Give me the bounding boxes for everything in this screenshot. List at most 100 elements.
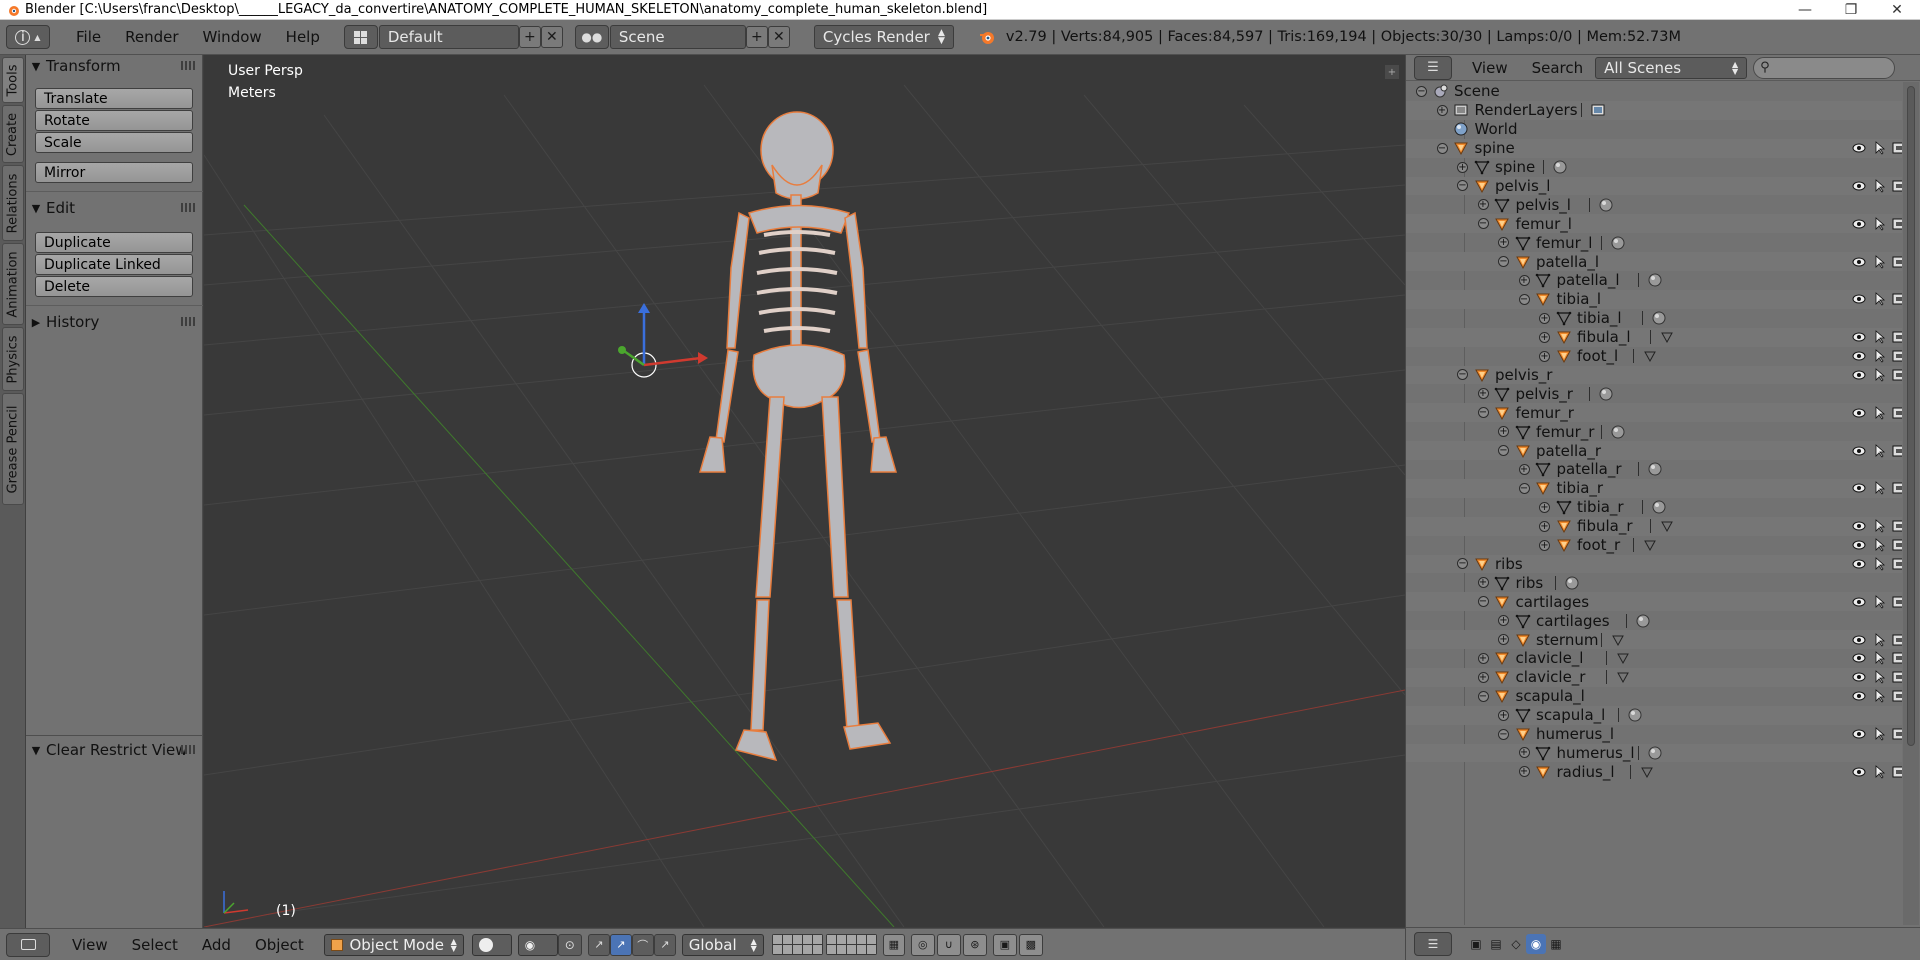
expand-toggle-icon[interactable]: +: [1498, 709, 1509, 721]
mesh-data-icon[interactable]: [1640, 765, 1654, 779]
collapse-toggle-icon[interactable]: −: [1477, 596, 1489, 608]
material-data-icon[interactable]: [1599, 198, 1613, 212]
outliner-row[interactable]: − scapula_l: [1406, 687, 1902, 706]
drag-grip-icon[interactable]: [181, 745, 195, 754]
shading-dropdown[interactable]: [471, 933, 512, 956]
eye-icon[interactable]: [1851, 764, 1867, 780]
expand-toggle-icon[interactable]: +: [1539, 350, 1550, 362]
collapse-toggle-icon[interactable]: −: [1498, 445, 1509, 457]
eye-icon[interactable]: [1851, 254, 1867, 270]
outliner-menu-view[interactable]: View: [1460, 59, 1520, 77]
object-tab-icon[interactable]: ▦: [1546, 934, 1566, 954]
outliner-row[interactable]: + fibula_r: [1406, 516, 1902, 536]
remove-screen-icon[interactable]: ✕: [540, 26, 563, 48]
outliner-row[interactable]: − femur_l: [1406, 214, 1902, 234]
collapse-toggle-icon[interactable]: −: [1498, 256, 1509, 268]
outliner-row[interactable]: − patella_l: [1406, 252, 1902, 271]
eye-icon[interactable]: [1851, 216, 1867, 232]
eye-icon[interactable]: [1851, 480, 1867, 496]
rotate-manipulator-icon[interactable]: ↗: [609, 933, 632, 956]
tab-create[interactable]: Create: [2, 105, 24, 163]
cursor-arrow-icon[interactable]: [1872, 518, 1888, 534]
tab-grease-pencil[interactable]: Grease Pencil: [2, 393, 24, 505]
expand-toggle-icon[interactable]: +: [1539, 520, 1550, 532]
collapse-toggle-icon[interactable]: −: [1457, 369, 1468, 381]
render-camera-icon[interactable]: [1891, 594, 1902, 610]
outliner-row[interactable]: + femur_l: [1406, 233, 1902, 252]
scrollbar-thumb[interactable]: [1907, 86, 1915, 746]
material-data-icon[interactable]: [1648, 746, 1662, 760]
minimize-icon[interactable]: —: [1782, 0, 1828, 20]
cursor-arrow-icon[interactable]: [1872, 632, 1888, 648]
edit-panel-header[interactable]: ▼ Edit: [26, 197, 203, 219]
cursor-arrow-icon[interactable]: [1872, 291, 1888, 307]
expand-toggle-icon[interactable]: +: [1539, 539, 1550, 551]
material-data-icon[interactable]: [1628, 708, 1642, 722]
eye-icon[interactable]: [1851, 518, 1867, 534]
translate-manipulator-icon[interactable]: ↗: [587, 933, 610, 956]
expand-toggle-icon[interactable]: +: [1518, 274, 1530, 286]
expand-toggle-icon[interactable]: +: [1518, 766, 1530, 778]
mesh-data-icon[interactable]: [1643, 538, 1657, 552]
drag-grip-icon[interactable]: [181, 203, 195, 212]
material-data-icon[interactable]: [1648, 462, 1662, 476]
outliner-row[interactable]: + humerus_l: [1406, 743, 1902, 763]
mirror-button[interactable]: Mirror: [35, 162, 193, 183]
outliner-row[interactable]: + pelvis_l: [1406, 195, 1902, 214]
expand-toggle-icon[interactable]: +: [1498, 426, 1509, 438]
material-data-icon[interactable]: [1652, 500, 1666, 514]
render-camera-icon[interactable]: [1891, 443, 1902, 459]
expand-toggle-icon[interactable]: +: [1436, 104, 1448, 116]
menu-select[interactable]: Select: [120, 936, 190, 954]
render-camera-icon[interactable]: [1891, 291, 1902, 307]
opengl-render-icon[interactable]: ▣: [992, 933, 1017, 956]
eye-icon[interactable]: [1851, 650, 1867, 666]
material-data-icon[interactable]: [1652, 311, 1666, 325]
outliner-row[interactable]: − cartilages: [1406, 592, 1902, 612]
maximize-icon[interactable]: ❐: [1828, 0, 1874, 20]
editor-type-button[interactable]: ☰: [1414, 55, 1452, 80]
render-camera-icon[interactable]: [1891, 480, 1902, 496]
menu-render[interactable]: Render: [113, 28, 190, 46]
outliner-scrollbar[interactable]: [1903, 82, 1919, 925]
outliner-row[interactable]: + radius_l: [1406, 762, 1902, 781]
cursor-arrow-icon[interactable]: [1872, 254, 1888, 270]
pivot-dropdown[interactable]: ◉: [517, 933, 558, 956]
expand-toggle-icon[interactable]: +: [1457, 161, 1468, 173]
eye-icon[interactable]: [1851, 405, 1867, 421]
properties-toggle-icon[interactable]: +: [1385, 65, 1399, 79]
mesh-data-icon[interactable]: [1643, 349, 1657, 363]
render-camera-icon[interactable]: [1891, 518, 1902, 534]
snap-toggle-icon[interactable]: ∪: [936, 933, 961, 956]
eye-icon[interactable]: [1851, 329, 1867, 345]
render-camera-icon[interactable]: [1891, 178, 1902, 194]
render-camera-icon[interactable]: [1891, 367, 1902, 383]
outliner-row[interactable]: + fibula_l: [1406, 327, 1902, 347]
outliner-row[interactable]: + sternum: [1406, 630, 1902, 649]
render-camera-icon[interactable]: [1891, 764, 1902, 780]
render-camera-icon[interactable]: [1891, 140, 1902, 156]
material-data-icon[interactable]: [1553, 160, 1567, 174]
lock-layers-icon[interactable]: ▦: [882, 933, 905, 956]
eye-icon[interactable]: [1851, 291, 1867, 307]
duplicate-linked-button[interactable]: Duplicate Linked: [35, 254, 193, 275]
menu-add[interactable]: Add: [190, 936, 243, 954]
outliner-row[interactable]: − pelvis_l: [1406, 176, 1902, 196]
editor-type-button[interactable]: ☰: [1414, 932, 1452, 956]
render-camera-icon[interactable]: [1891, 348, 1902, 364]
add-screen-icon[interactable]: +: [518, 26, 541, 48]
eye-icon[interactable]: [1851, 726, 1867, 742]
collapse-toggle-icon[interactable]: −: [1477, 218, 1489, 230]
render-camera-icon[interactable]: [1891, 254, 1902, 270]
menu-object[interactable]: Object: [243, 936, 316, 954]
orientation-dropdown[interactable]: Global ▲ ▼: [681, 933, 764, 956]
material-data-icon[interactable]: [1599, 387, 1613, 401]
render-tab-icon[interactable]: ▣: [1466, 934, 1486, 954]
scene-field[interactable]: Scene: [609, 25, 746, 49]
outliner-row[interactable]: − humerus_l: [1406, 725, 1902, 744]
mesh-data-icon[interactable]: [1660, 330, 1674, 344]
render-camera-icon[interactable]: [1891, 632, 1902, 648]
history-panel-header[interactable]: ▶ History: [26, 311, 203, 333]
scene-selector[interactable]: ●●: [574, 25, 609, 49]
drag-grip-icon[interactable]: [181, 61, 195, 70]
